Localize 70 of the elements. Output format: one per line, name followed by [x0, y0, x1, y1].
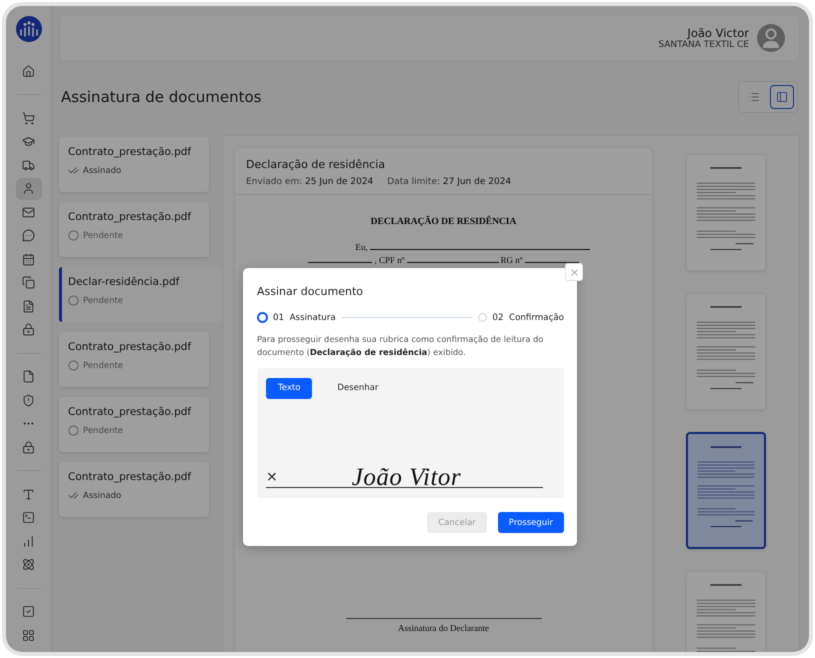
lock-icon [22, 323, 35, 336]
dialog-description: Para prosseguir desenha sua rubrica como confirmação de leitura do documento (Declaração de residência) exibido. [257, 333, 544, 359]
document-card[interactable]: Contrato_prestação.pdf Pendente [59, 397, 209, 452]
chat-icon [22, 229, 35, 242]
status-label: Assinado [83, 166, 122, 176]
document-icon [22, 300, 35, 312]
document-card[interactable]: Contrato_prestação.pdf Pendente [59, 202, 209, 257]
home-icon [22, 64, 35, 78]
checkbox-icon [22, 605, 35, 618]
sign-here-mark: × [266, 470, 278, 484]
mail-icon [22, 206, 35, 218]
date-info: Enviado em: 25 Jun de 2024 [246, 177, 374, 187]
calendar-icon [22, 252, 35, 266]
type-icon [22, 488, 35, 500]
signature-text: João Vitor [352, 464, 462, 492]
close-button[interactable] [565, 263, 583, 281]
close-icon [568, 266, 580, 278]
page-thumbnail[interactable] [686, 432, 766, 549]
document-card[interactable]: Contrato_prestação.pdf Assinado [59, 462, 209, 517]
grid-icon [22, 628, 35, 642]
panel-icon [776, 91, 788, 103]
double-check-icon [68, 490, 79, 501]
status-label: Pendente [83, 230, 124, 240]
sidebar-item[interactable] [16, 178, 42, 200]
status-label: Pendente [83, 296, 124, 306]
step-label: 02 Confirmação [492, 312, 564, 322]
user-icon [22, 182, 35, 195]
logo-icon [16, 16, 42, 42]
atom-icon [22, 558, 35, 571]
document-name: Contrato_prestação.pdf [68, 341, 192, 353]
terminal-icon [22, 511, 35, 524]
document-name: Declar-residência.pdf [68, 276, 180, 288]
document-name: Contrato_prestação.pdf [68, 211, 192, 223]
page-title: Assinatura de documentos [61, 88, 262, 106]
mode-tab[interactable]: Desenhar [325, 378, 390, 399]
signature-caption: Assinatura do Declarante [398, 623, 489, 633]
step-label: 01 Assinatura [273, 312, 336, 322]
lock-icon [22, 440, 35, 454]
graduation-cap-icon [22, 135, 35, 148]
user-name: João Victor [687, 26, 749, 40]
circle-icon [68, 230, 79, 241]
truck-icon [22, 158, 35, 172]
date-info: Data limite: 27 Jun de 2024 [387, 177, 512, 187]
document-name: Contrato_prestação.pdf [68, 406, 192, 418]
file-icon [22, 370, 35, 383]
document-card[interactable]: Contrato_prestação.pdf Pendente [59, 332, 209, 387]
dialog-title: Assinar documento [257, 285, 364, 298]
document-card[interactable]: Declar-residência.pdf Pendente [59, 267, 222, 322]
proceed-button[interactable]: Prosseguir [498, 512, 564, 533]
document-card[interactable]: Contrato_prestação.pdf Assinado [59, 137, 209, 192]
panel-view-button[interactable] [770, 85, 794, 109]
circle-icon [68, 295, 79, 306]
document-name: Contrato_prestação.pdf [68, 471, 192, 483]
document-line: , CPF nº RG nº [306, 254, 581, 265]
status-label: Pendente [83, 360, 124, 370]
circle-icon [68, 425, 79, 436]
copy-icon [22, 276, 35, 289]
document-title: Declaração de residência [246, 158, 386, 171]
status-label: Pendente [83, 426, 124, 436]
cart-icon [22, 112, 35, 124]
mode-tab[interactable]: Texto [266, 378, 312, 399]
document-name: Contrato_prestação.pdf [68, 146, 192, 158]
document-heading: DECLARAÇÃO DE RESIDÊNCIA [370, 217, 516, 227]
double-check-icon [68, 165, 79, 176]
status-label: Assinado [83, 490, 122, 500]
shield-icon [22, 394, 35, 406]
bar-chart-icon [22, 534, 35, 548]
circle-icon [68, 360, 79, 371]
document-line: Eu, [355, 241, 592, 252]
company-name: SANTANA TEXTIL CE [658, 40, 749, 50]
